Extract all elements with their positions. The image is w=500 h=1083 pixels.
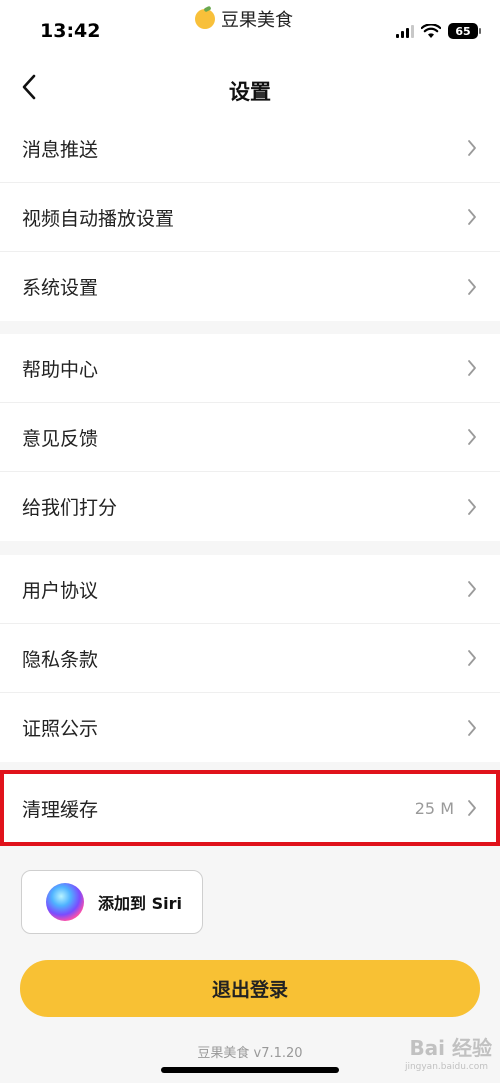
settings-item-label: 系统设置 xyxy=(22,277,99,299)
chevron-right-icon xyxy=(468,278,476,295)
status-time: 13:42 xyxy=(40,20,101,42)
app-logo-icon xyxy=(195,9,215,29)
settings-group-support: 帮助中心 意见反馈 给我们打分 xyxy=(0,334,500,541)
settings-item-label: 意见反馈 xyxy=(22,427,99,450)
logout-button[interactable]: 退出登录 xyxy=(20,960,480,1017)
settings-item-user-agreement[interactable]: 用户协议 xyxy=(0,555,500,624)
settings-item-label: 视频自动播放设置 xyxy=(22,207,175,230)
settings-item-feedback[interactable]: 意见反馈 xyxy=(0,403,500,472)
settings-item-video-autoplay[interactable]: 视频自动播放设置 xyxy=(0,183,500,252)
watermark: Bai 经验 xyxy=(409,1036,492,1060)
status-bar: 13:42 豆果美食 65 xyxy=(0,0,500,60)
settings-item-label: 证照公示 xyxy=(22,718,99,740)
logout-label: 退出登录 xyxy=(211,979,288,1001)
settings-item-label: 隐私条款 xyxy=(22,648,99,671)
chevron-right-icon xyxy=(468,498,476,515)
home-indicator[interactable] xyxy=(161,1067,339,1073)
settings-item-help-center[interactable]: 帮助中心 xyxy=(0,334,500,403)
settings-group-legal: 用户协议 隐私条款 证照公示 xyxy=(0,555,500,762)
wifi-icon xyxy=(421,23,441,38)
app-badge: 豆果美食 xyxy=(195,6,293,32)
system-icons: 65 xyxy=(396,23,481,39)
highlight-annotation-box xyxy=(0,770,500,846)
app-badge-label: 豆果美食 xyxy=(221,10,293,31)
settings-item-push-notifications[interactable]: 消息推送 xyxy=(0,114,500,183)
settings-item-privacy-policy[interactable]: 隐私条款 xyxy=(0,624,500,693)
settings-item-label: 帮助中心 xyxy=(22,358,99,381)
chevron-right-icon xyxy=(468,719,476,736)
watermark-url: jingyan.baidu.com xyxy=(404,1062,488,1072)
settings-item-label: 消息推送 xyxy=(22,138,99,161)
add-to-siri-label: 添加到 Siri xyxy=(98,894,182,913)
chevron-right-icon xyxy=(468,209,476,225)
cellular-signal-icon xyxy=(396,24,414,38)
settings-item-licenses[interactable]: 证照公示 xyxy=(0,693,500,762)
nav-bar: 设置 xyxy=(0,60,500,116)
chevron-right-icon xyxy=(468,650,476,666)
battery-level: 65 xyxy=(455,24,471,38)
settings-group-general: 消息推送 视频自动播放设置 系统设置 xyxy=(0,114,500,321)
settings-item-label: 给我们打分 xyxy=(22,497,118,519)
battery-icon: 65 xyxy=(448,23,481,39)
chevron-right-icon xyxy=(468,581,476,597)
settings-item-system-settings[interactable]: 系统设置 xyxy=(0,252,500,321)
settings-item-rate-us[interactable]: 给我们打分 xyxy=(0,472,500,541)
settings-item-label: 用户协议 xyxy=(22,579,99,602)
chevron-right-icon xyxy=(468,360,476,376)
siri-icon xyxy=(46,883,84,921)
chevron-right-icon xyxy=(468,140,476,156)
chevron-right-icon xyxy=(468,429,476,445)
add-to-siri-button[interactable]: 添加到 Siri xyxy=(21,870,203,934)
page-title: 设置 xyxy=(229,80,271,104)
